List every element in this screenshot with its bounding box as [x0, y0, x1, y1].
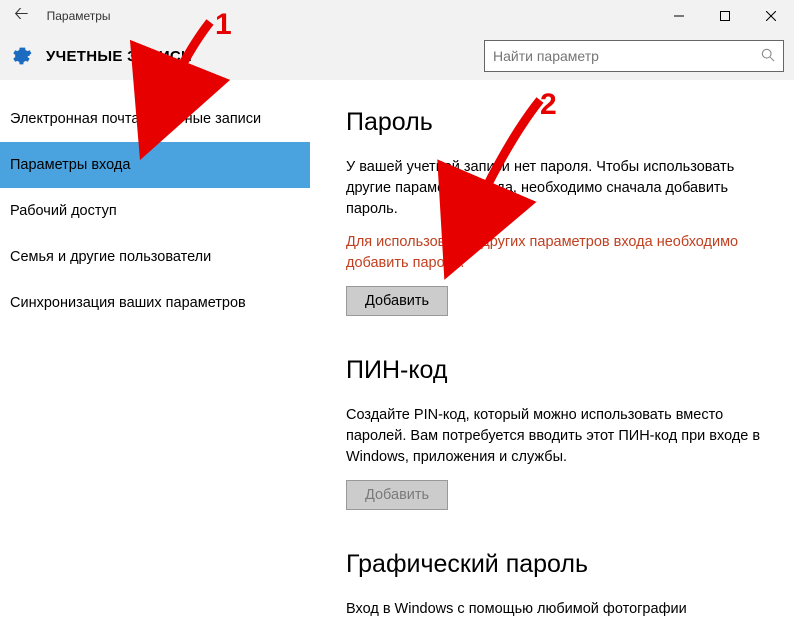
sidebar-item-label: Параметры входа — [10, 157, 130, 173]
search-box[interactable] — [484, 40, 784, 72]
titlebar: 🡠 Параметры — [0, 0, 794, 32]
section-text-picture-password: Вход в Windows с помощью любимой фотогра… — [346, 599, 772, 620]
minimize-button[interactable] — [656, 0, 702, 32]
sidebar: Электронная почта и учетные записи Парам… — [0, 80, 310, 621]
search-icon — [761, 48, 775, 65]
section-title-picture-password: Графический пароль — [346, 550, 772, 579]
back-button[interactable]: 🡠 — [8, 1, 35, 31]
page-title: УЧЕТНЫЕ ЗАПИСИ — [46, 48, 192, 65]
sidebar-item-label: Синхронизация ваших параметров — [10, 295, 246, 311]
header: УЧЕТНЫЕ ЗАПИСИ — [0, 32, 794, 80]
add-password-button[interactable]: Добавить — [346, 286, 448, 316]
add-pin-button: Добавить — [346, 480, 448, 510]
section-warning-password: Для использования других параметров вход… — [346, 232, 772, 274]
window-title: Параметры — [47, 9, 111, 23]
sidebar-item-signin-options[interactable]: Параметры входа — [0, 142, 310, 188]
sidebar-item-label: Электронная почта и учетные записи — [10, 111, 261, 127]
sidebar-item-email[interactable]: Электронная почта и учетные записи — [0, 96, 310, 142]
close-button[interactable] — [748, 0, 794, 32]
section-title-pin: ПИН-код — [346, 356, 772, 385]
sidebar-item-label: Рабочий доступ — [10, 203, 117, 219]
sidebar-item-sync[interactable]: Синхронизация ваших параметров — [0, 280, 310, 326]
gear-icon — [10, 45, 32, 67]
sidebar-item-work-access[interactable]: Рабочий доступ — [0, 188, 310, 234]
window-controls — [656, 0, 794, 32]
content: Пароль У вашей учетной записи нет пароля… — [310, 80, 794, 621]
sidebar-item-family[interactable]: Семья и другие пользователи — [0, 234, 310, 280]
sidebar-item-label: Семья и другие пользователи — [10, 249, 211, 265]
section-text-pin: Создайте PIN-код, который можно использо… — [346, 405, 772, 468]
search-input[interactable] — [493, 48, 761, 64]
section-title-password: Пароль — [346, 108, 772, 137]
maximize-button[interactable] — [702, 0, 748, 32]
section-text-password: У вашей учетной записи нет пароля. Чтобы… — [346, 157, 772, 220]
